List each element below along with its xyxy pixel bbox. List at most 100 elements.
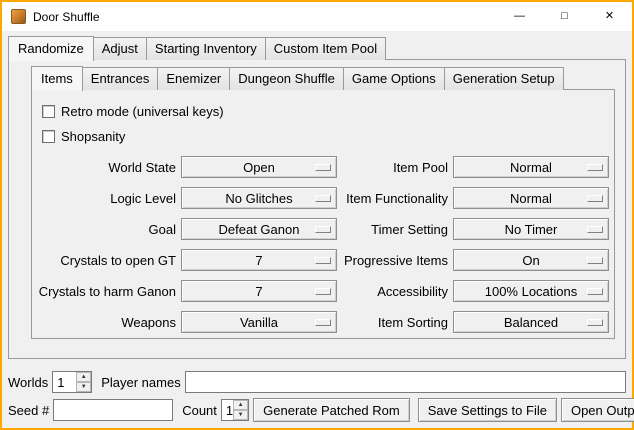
logic-level-dropdown[interactable]: No Glitches — [181, 187, 337, 209]
seed-label: Seed # — [8, 403, 49, 418]
crystals-harm-ganon-dropdown[interactable]: 7 — [181, 280, 337, 302]
accessibility-dropdown[interactable]: 100% Locations — [453, 280, 609, 302]
generate-row: Seed # Count 1 ▲ ▼ Generate Patched Rom … — [8, 398, 626, 422]
crystals-harm-ganon-label: Crystals to harm Ganon — [36, 284, 176, 299]
progressive-items-dropdown[interactable]: On — [453, 249, 609, 271]
goal-label: Goal — [36, 222, 176, 237]
crystals-open-gt-label: Crystals to open GT — [36, 253, 176, 268]
tab-dungeon-shuffle[interactable]: Dungeon Shuffle — [229, 67, 344, 90]
item-sorting-label: Item Sorting — [342, 315, 448, 330]
items-pane: Retro mode (universal keys) Shopsanity W… — [31, 89, 615, 339]
retro-mode-label: Retro mode (universal keys) — [61, 104, 224, 119]
dropdown-value: Defeat Ganon — [219, 222, 300, 237]
window-controls: — □ ✕ — [497, 2, 632, 31]
item-pool-label: Item Pool — [342, 160, 448, 175]
tab-starting-inventory[interactable]: Starting Inventory — [146, 37, 266, 60]
item-sorting-dropdown[interactable]: Balanced — [453, 311, 609, 333]
close-button[interactable]: ✕ — [587, 2, 632, 31]
goal-dropdown[interactable]: Defeat Ganon — [181, 218, 337, 240]
window-title: Door Shuffle — [33, 10, 100, 24]
randomize-pane: Items Entrances Enemizer Dungeon Shuffle… — [8, 59, 626, 359]
app-icon — [11, 9, 26, 24]
dropdown-indicator-icon — [315, 226, 331, 233]
generate-rom-button[interactable]: Generate Patched Rom — [253, 398, 410, 422]
dropdown-indicator-icon — [315, 164, 331, 171]
checkbox-icon[interactable] — [42, 105, 55, 118]
logic-level-label: Logic Level — [36, 191, 176, 206]
worlds-value: 1 — [53, 372, 76, 392]
dropdown-value: Balanced — [504, 315, 558, 330]
dropdown-indicator-icon — [587, 257, 603, 264]
progressive-items-label: Progressive Items — [342, 253, 448, 268]
save-settings-button[interactable]: Save Settings to File — [418, 398, 557, 422]
tab-custom-item-pool[interactable]: Custom Item Pool — [265, 37, 386, 60]
spin-up-icon[interactable]: ▲ — [76, 372, 91, 382]
weapons-dropdown[interactable]: Vanilla — [181, 311, 337, 333]
dropdown-indicator-icon — [315, 257, 331, 264]
shopsanity-label: Shopsanity — [61, 129, 125, 144]
checkbox-icon[interactable] — [42, 130, 55, 143]
multiworld-row: Worlds 1 ▲ ▼ Player names — [8, 371, 626, 393]
minimize-icon: — — [514, 11, 525, 22]
spin-down-icon[interactable]: ▼ — [233, 410, 248, 420]
item-pool-dropdown[interactable]: Normal — [453, 156, 609, 178]
open-output-directory-button[interactable]: Open Output Directory — [561, 398, 634, 422]
tab-enemizer[interactable]: Enemizer — [157, 67, 230, 90]
spinner-arrows: ▲ ▼ — [76, 372, 91, 392]
count-label: Count — [182, 403, 217, 418]
dropdown-indicator-icon — [587, 319, 603, 326]
dropdown-value: 7 — [255, 284, 262, 299]
worlds-spinner[interactable]: 1 ▲ ▼ — [52, 371, 92, 393]
dropdown-value: 7 — [255, 253, 262, 268]
tab-randomize[interactable]: Randomize — [8, 36, 94, 61]
tab-entrances[interactable]: Entrances — [82, 67, 159, 90]
accessibility-label: Accessibility — [342, 284, 448, 299]
door-shuffle-window: Door Shuffle — □ ✕ Randomize Adjust Star… — [0, 0, 634, 430]
dropdown-indicator-icon — [315, 288, 331, 295]
minimize-button[interactable]: — — [497, 2, 542, 31]
player-names-label: Player names — [101, 375, 180, 390]
dropdown-value: Vanilla — [240, 315, 278, 330]
spin-up-icon[interactable]: ▲ — [233, 400, 248, 410]
seed-input[interactable] — [53, 399, 173, 421]
maximize-button[interactable]: □ — [542, 2, 587, 31]
spinner-arrows: ▲ ▼ — [233, 400, 248, 420]
dropdown-value: Normal — [510, 160, 552, 175]
item-functionality-dropdown[interactable]: Normal — [453, 187, 609, 209]
shopsanity-checkbox[interactable]: Shopsanity — [42, 126, 614, 146]
dropdown-value: No Glitches — [225, 191, 292, 206]
count-value: 1 — [222, 400, 233, 420]
tab-items[interactable]: Items — [31, 66, 83, 91]
window-body: Randomize Adjust Starting Inventory Cust… — [2, 31, 632, 428]
world-state-dropdown[interactable]: Open — [181, 156, 337, 178]
outer-tab-bar: Randomize Adjust Starting Inventory Cust… — [8, 36, 626, 60]
retro-mode-checkbox[interactable]: Retro mode (universal keys) — [42, 101, 614, 121]
crystals-open-gt-dropdown[interactable]: 7 — [181, 249, 337, 271]
dropdown-indicator-icon — [587, 195, 603, 202]
close-icon: ✕ — [605, 11, 614, 22]
timer-setting-dropdown[interactable]: No Timer — [453, 218, 609, 240]
dropdown-value: Open — [243, 160, 275, 175]
tab-generation-setup[interactable]: Generation Setup — [444, 67, 564, 90]
dropdown-indicator-icon — [315, 195, 331, 202]
dropdown-indicator-icon — [315, 319, 331, 326]
dropdown-value: No Timer — [505, 222, 558, 237]
tab-adjust[interactable]: Adjust — [93, 37, 147, 60]
tab-game-options[interactable]: Game Options — [343, 67, 445, 90]
spin-down-icon[interactable]: ▼ — [76, 382, 91, 392]
player-names-input[interactable] — [185, 371, 626, 393]
dropdown-value: 100% Locations — [485, 284, 578, 299]
world-state-label: World State — [36, 160, 176, 175]
maximize-icon: □ — [561, 11, 568, 22]
dropdown-indicator-icon — [587, 288, 603, 295]
options-grid: World State Open Item Pool Normal Logic … — [36, 156, 614, 333]
dropdown-value: Normal — [510, 191, 552, 206]
dropdown-value: On — [522, 253, 539, 268]
titlebar[interactable]: Door Shuffle — □ ✕ — [2, 2, 632, 31]
count-spinner[interactable]: 1 ▲ ▼ — [221, 399, 249, 421]
inner-tab-bar: Items Entrances Enemizer Dungeon Shuffle… — [31, 66, 615, 90]
weapons-label: Weapons — [36, 315, 176, 330]
worlds-label: Worlds — [8, 375, 48, 390]
item-functionality-label: Item Functionality — [342, 191, 448, 206]
timer-setting-label: Timer Setting — [342, 222, 448, 237]
